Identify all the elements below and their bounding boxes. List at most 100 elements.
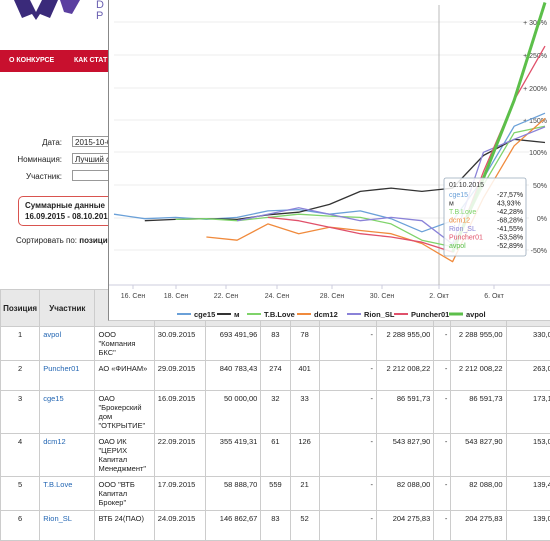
tooltip-date: 01.10.2015: [449, 182, 484, 189]
sort-value[interactable]: позици: [79, 236, 107, 245]
cell-start-amount: 840 783,43: [206, 361, 261, 391]
cell-end-amount: 86 591,73: [376, 391, 433, 434]
summary-title: Суммарные данные: [25, 200, 111, 211]
site-logo[interactable]: D P: [0, 0, 108, 20]
date-row: Дата: 2015-10-0: [0, 136, 108, 148]
tooltip-series-name: T.B.Love: [449, 209, 476, 216]
nav-item-how-to[interactable]: КАК СТАТ: [74, 57, 107, 64]
date-field[interactable]: 2015-10-0: [72, 136, 112, 147]
cell-deals: 83: [261, 327, 290, 361]
nomination-label: Номинация:: [17, 155, 62, 164]
cell-participant[interactable]: avpol: [40, 327, 95, 361]
cell-deals: 83: [261, 511, 290, 541]
cell-end-amount: 82 088,00: [376, 477, 433, 511]
cell-total: 86 591,73: [451, 391, 506, 434]
participant-link[interactable]: Puncher01: [43, 364, 79, 373]
y-tick-label: -50%: [531, 248, 547, 255]
tooltip-series-name: Puncher01: [449, 235, 483, 242]
x-tick-label: 30. Сен: [370, 293, 395, 300]
cell-col-8: -: [319, 361, 376, 391]
x-tick-label: 16. Сен: [121, 293, 146, 300]
cell-participant[interactable]: Rion_SL: [40, 511, 95, 541]
header-position[interactable]: Позиция: [1, 290, 40, 327]
cell-end-amount: 2 288 955,00: [376, 327, 433, 361]
cell-end-amount: 2 212 008,22: [376, 361, 433, 391]
cell-end-amount: 204 275,83: [376, 511, 433, 541]
cell-participant[interactable]: Puncher01: [40, 361, 95, 391]
participant-row: Участник:: [0, 170, 108, 182]
performance-chart[interactable]: + 300%+ 250%+ 200%+ 150%100%50%0%-50%16.…: [109, 0, 550, 320]
nav-item-about[interactable]: О КОНКУРСЕ: [9, 57, 54, 64]
participant-link[interactable]: avpol: [43, 330, 61, 339]
legend-item: T.B.Love: [264, 310, 295, 319]
cell-date: 24.09.2015: [154, 511, 205, 541]
cell-position: 2: [1, 361, 40, 391]
tooltip-series-name: cge15: [449, 192, 468, 199]
y-tick-label: + 200%: [523, 86, 547, 93]
cell-result: 330,06: [506, 327, 550, 361]
cell-date: 29.09.2015: [154, 361, 205, 391]
table-row[interactable]: 3cge15ОАО "Брокерский дом "ОТКРЫТИЕ"16.0…: [1, 391, 550, 434]
table-row[interactable]: 5T.B.LoveООО "ВТБ Капитал Брокер"17.09.2…: [1, 477, 550, 511]
cell-date: 17.09.2015: [154, 477, 205, 511]
table-row[interactable]: 1avpolООО "Компания БКС"30.09.2015693 49…: [1, 327, 550, 361]
table-row[interactable]: 2Puncher01АО «ФИНАМ»29.09.2015840 783,43…: [1, 361, 550, 391]
cell-participant[interactable]: T.B.Love: [40, 477, 95, 511]
sort-control: Сортировать по: позици: [16, 236, 108, 245]
x-tick-label: 28. Сен: [320, 293, 345, 300]
cell-broker: ВТБ 24(ПАО): [95, 511, 154, 541]
cell-deals: 274: [261, 361, 290, 391]
cell-col-10: -: [434, 511, 451, 541]
logo-emblem-icon: [0, 0, 108, 20]
cell-col-10: -: [434, 361, 451, 391]
y-tick-label: + 300%: [523, 20, 547, 27]
cell-trades: 78: [290, 327, 319, 361]
table-row[interactable]: 6Rion_SLВТБ 24(ПАО)24.09.2015146 862,678…: [1, 511, 550, 541]
cell-total: 543 827,90: [451, 434, 506, 477]
summary-box: Суммарные данные 16.09.2015 - 08.10.201: [18, 196, 118, 226]
tooltip-series-value: -42,28%: [497, 209, 523, 216]
legend-item: dcm12: [314, 310, 338, 319]
cell-trades: 21: [290, 477, 319, 511]
cell-start-amount: 50 000,00: [206, 391, 261, 434]
participant-link[interactable]: Rion_SL: [43, 514, 72, 523]
chart-panel: + 300%+ 250%+ 200%+ 150%100%50%0%-50%16.…: [108, 0, 550, 321]
results-table: Позиция Участник 1avpolООО "Компания БКС…: [0, 289, 550, 541]
x-tick-label: 22. Сен: [214, 293, 239, 300]
cell-start-amount: 146 862,67: [206, 511, 261, 541]
cell-date: 30.09.2015: [154, 327, 205, 361]
cell-total: 2 288 955,00: [451, 327, 506, 361]
tooltip-series-value: -53,58%: [497, 235, 523, 242]
cell-result: 263,09: [506, 361, 550, 391]
cell-col-10: -: [434, 434, 451, 477]
participant-link[interactable]: dcm12: [43, 437, 66, 446]
cell-end-amount: 543 827,90: [376, 434, 433, 477]
cell-participant[interactable]: cge15: [40, 391, 95, 434]
cell-result: 173,18: [506, 391, 550, 434]
cell-start-amount: 355 419,31: [206, 434, 261, 477]
cell-result: 139,09: [506, 511, 550, 541]
cell-col-8: -: [319, 477, 376, 511]
cell-total: 204 275,83: [451, 511, 506, 541]
tooltip-series-value: -41,55%: [497, 226, 523, 233]
cell-position: 5: [1, 477, 40, 511]
nomination-select[interactable]: Лучший с: [72, 153, 112, 164]
cell-deals: 559: [261, 477, 290, 511]
header-participant[interactable]: Участник: [40, 290, 95, 327]
x-tick-label: 24. Сен: [265, 293, 290, 300]
logo-letter-p: P: [96, 10, 103, 20]
legend-item: avpol: [466, 310, 486, 319]
cell-position: 4: [1, 434, 40, 477]
participant-input[interactable]: [72, 170, 112, 181]
cell-position: 3: [1, 391, 40, 434]
tooltip-series-value: 43,93%: [497, 201, 521, 208]
cell-deals: 32: [261, 391, 290, 434]
summary-period: 16.09.2015 - 08.10.201: [25, 211, 111, 222]
table-row[interactable]: 4dcm12ОАО ИК "ЦЕРИХ Капитал Менеджмент"2…: [1, 434, 550, 477]
cell-broker: ООО "Компания БКС": [95, 327, 154, 361]
participant-link[interactable]: cge15: [43, 394, 63, 403]
cell-broker: ОАО "Брокерский дом "ОТКРЫТИЕ": [95, 391, 154, 434]
participant-link[interactable]: T.B.Love: [43, 480, 72, 489]
cell-trades: 33: [290, 391, 319, 434]
cell-participant[interactable]: dcm12: [40, 434, 95, 477]
